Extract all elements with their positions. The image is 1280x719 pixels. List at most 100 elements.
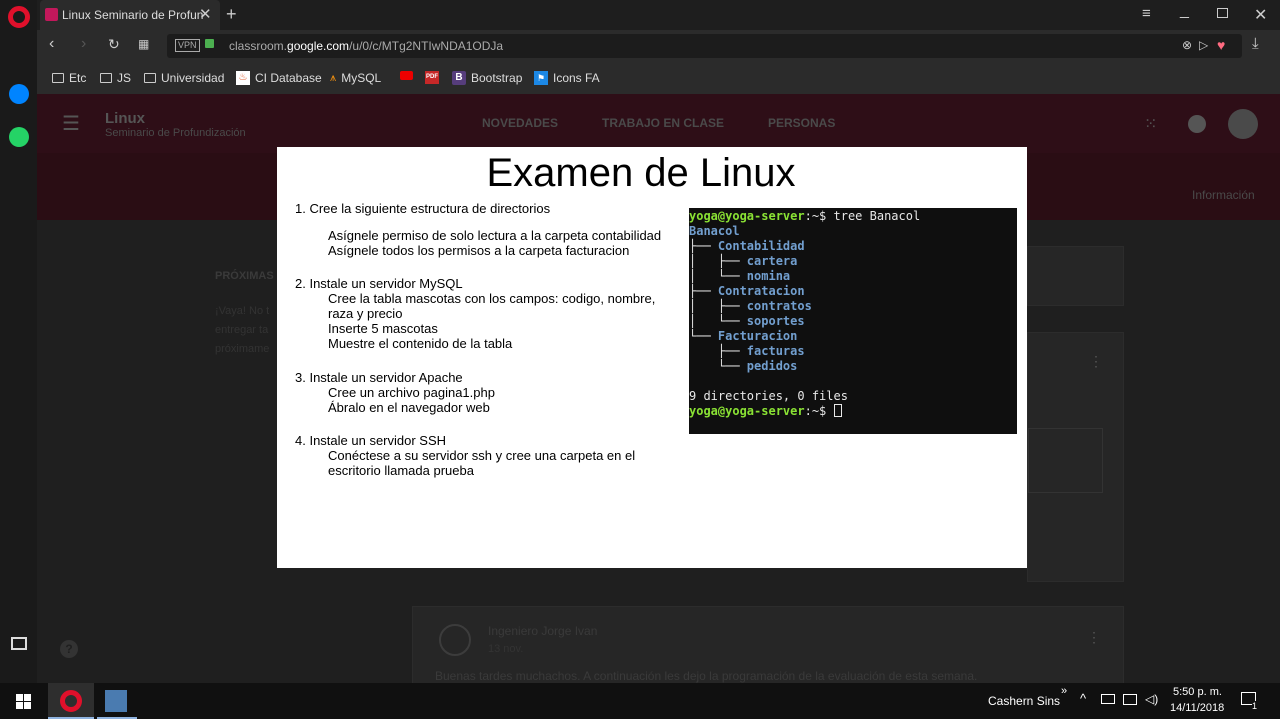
- tree-directory: cartera: [746, 254, 798, 268]
- battery-icon[interactable]: [1101, 694, 1115, 704]
- heart-icon[interactable]: ♥: [1217, 37, 1225, 53]
- tree-branch: └──: [689, 359, 747, 373]
- app-thumbnail-icon: [105, 690, 127, 712]
- bookmark-js[interactable]: JS: [100, 71, 131, 85]
- notifications-icon[interactable]: [1188, 115, 1206, 133]
- classroom-header: ☰ Linux Seminario de Profundización NOVE…: [37, 94, 1280, 153]
- vpn-badge[interactable]: VPN: [175, 39, 200, 52]
- course-subtitle: Seminario de Profundización: [105, 127, 246, 139]
- send-icon[interactable]: ▷: [1199, 38, 1208, 52]
- q3-heading: 3. Instale un servidor Apache: [295, 370, 463, 385]
- help-icon[interactable]: ?: [60, 640, 78, 658]
- close-window-icon[interactable]: ✕: [1254, 5, 1267, 25]
- codeigniter-icon: ♨: [236, 71, 250, 85]
- tab-active[interactable]: Linux Seminario de Profun ✕: [40, 0, 220, 30]
- speed-dial-icon[interactable]: ▦: [138, 37, 149, 51]
- bookmarks-bar: Etc JS Universidad ♨ CI Database ⩚ MySQL P…: [37, 62, 1280, 94]
- q4-item-1: Conéctese a su servidor ssh y cree una c…: [328, 448, 636, 463]
- network-icon[interactable]: [1123, 694, 1137, 705]
- question-1: 1. Cree la siguiente estructura de direc…: [295, 201, 661, 258]
- bookmark-label: Bootstrap: [471, 71, 523, 85]
- block-ads-icon[interactable]: ⊗: [1182, 38, 1192, 52]
- download-icon[interactable]: ⤓: [1252, 35, 1259, 52]
- bookmark-pdf[interactable]: PDF: [425, 71, 439, 84]
- tree-line: │ ├── cartera: [689, 254, 1017, 269]
- tree-directory: Contabilidad: [717, 239, 805, 253]
- tab-title: Linux Seminario de Profun: [62, 8, 204, 22]
- post-author: Ingeniero Jorge Ivan: [488, 624, 598, 638]
- post-more-icon[interactable]: ⋮: [1087, 629, 1101, 646]
- back-icon[interactable]: ‹: [49, 35, 54, 53]
- bookmark-universidad[interactable]: Universidad: [144, 71, 224, 85]
- opera-taskbar-icon: [60, 690, 82, 712]
- minimize-icon[interactable]: _: [1180, 2, 1189, 20]
- bookmark-label: Universidad: [161, 71, 225, 85]
- more-options-icon[interactable]: ⋮: [1089, 353, 1103, 370]
- question-4: 4. Instale un servidor SSH Conéctese a s…: [295, 433, 635, 478]
- upcoming-text-1: ¡Vaya! No t: [215, 305, 270, 317]
- clock-time[interactable]: 5:50 p. m.: [1173, 686, 1222, 698]
- font-awesome-icon: ⚑: [534, 71, 548, 85]
- lock-icon: [205, 39, 214, 48]
- tree-branch: │ └──: [689, 269, 747, 283]
- whatsapp-icon[interactable]: [9, 127, 29, 147]
- maximize-icon[interactable]: [1217, 8, 1228, 18]
- info-link[interactable]: Información: [1192, 188, 1255, 202]
- author-avatar: [439, 624, 471, 656]
- new-tab-icon[interactable]: +: [226, 4, 237, 25]
- bookmark-label: Icons FA: [553, 71, 600, 85]
- clock-date[interactable]: 14/11/2018: [1170, 702, 1224, 714]
- close-tab-icon[interactable]: ✕: [199, 5, 212, 23]
- bookmark-etc[interactable]: Etc: [52, 71, 86, 85]
- q1-heading: 1. Cree la siguiente estructura de direc…: [295, 201, 551, 216]
- terminal-cursor: [833, 404, 842, 417]
- sidebar-toggle-icon[interactable]: [11, 637, 27, 650]
- folder-icon: [100, 73, 112, 83]
- taskbar-user[interactable]: Cashern Sins: [988, 694, 1060, 708]
- tree-line: ├── Contabilidad: [689, 239, 1017, 254]
- tab-novedades[interactable]: NOVEDADES: [482, 116, 558, 130]
- avatar[interactable]: [1228, 109, 1258, 139]
- taskbar-opera[interactable]: [48, 683, 94, 719]
- taskbar-app[interactable]: [97, 683, 137, 719]
- course-title[interactable]: Linux: [105, 110, 145, 127]
- tab-menu-icon[interactable]: ≡: [1142, 5, 1151, 22]
- reload-icon[interactable]: ↻: [108, 36, 120, 53]
- tab-personas[interactable]: PERSONAS: [768, 116, 835, 130]
- forward-icon[interactable]: ›: [81, 35, 86, 53]
- bookmark-mysql[interactable]: ⩚ MySQL: [330, 71, 381, 85]
- windows-start-icon[interactable]: [16, 694, 31, 709]
- q3-item-1: Cree un archivo pagina1.php: [328, 385, 495, 400]
- tree-directory: facturas: [746, 344, 805, 358]
- tree-branch: │ ├──: [689, 299, 747, 313]
- show-hidden-icons[interactable]: ^: [1080, 691, 1086, 706]
- windows-taskbar: Cashern Sins » ^ ◁) 5:50 p. m. 14/11/201…: [0, 683, 1280, 719]
- bookmark-icons-fa[interactable]: ⚑ Icons FA: [534, 71, 600, 85]
- toolbar-expand-icon[interactable]: »: [1061, 685, 1067, 697]
- prompt-user: yoga@yoga-server: [689, 404, 805, 418]
- q2-heading: 2. Instale un servidor MySQL: [295, 276, 463, 291]
- terminal-prompt-line: yoga@yoga-server:~$: [689, 404, 1017, 419]
- upcoming-text-2: entregar ta: [215, 324, 269, 336]
- apps-grid-icon[interactable]: ⁙: [1144, 114, 1157, 134]
- tree-branch: ├──: [689, 284, 718, 298]
- bookmark-label: MySQL: [341, 71, 382, 85]
- classroom-favicon-icon: [45, 8, 58, 21]
- question-2: 2. Instale un servidor MySQL Cree la tab…: [295, 276, 655, 351]
- bookmark-bootstrap[interactable]: B Bootstrap: [452, 71, 522, 85]
- q1-item-2: Asígnele todos los permisos a la carpeta…: [328, 243, 630, 258]
- messenger-icon[interactable]: [9, 84, 29, 104]
- bookmark-ci-database[interactable]: ♨ CI Database: [236, 71, 322, 85]
- volume-icon[interactable]: ◁): [1145, 692, 1158, 706]
- post-text: Buenas tardes muchachos. A continuación …: [435, 669, 978, 683]
- bookmark-youtube[interactable]: [400, 71, 413, 80]
- tab-trabajo[interactable]: TRABAJO EN CLASE: [602, 116, 724, 130]
- attachment-box[interactable]: [1028, 428, 1103, 493]
- post-date: 13 nov.: [488, 643, 524, 655]
- menu-icon[interactable]: ☰: [62, 111, 80, 136]
- tree-branch: ├──: [689, 239, 718, 253]
- address-bar[interactable]: VPN classroom.google.com/u/0/c/MTg2NTIwN…: [167, 34, 1242, 58]
- notification-count: 1: [1252, 701, 1258, 711]
- opera-logo-icon[interactable]: [8, 6, 30, 28]
- terminal-command: tree Banacol: [833, 209, 921, 223]
